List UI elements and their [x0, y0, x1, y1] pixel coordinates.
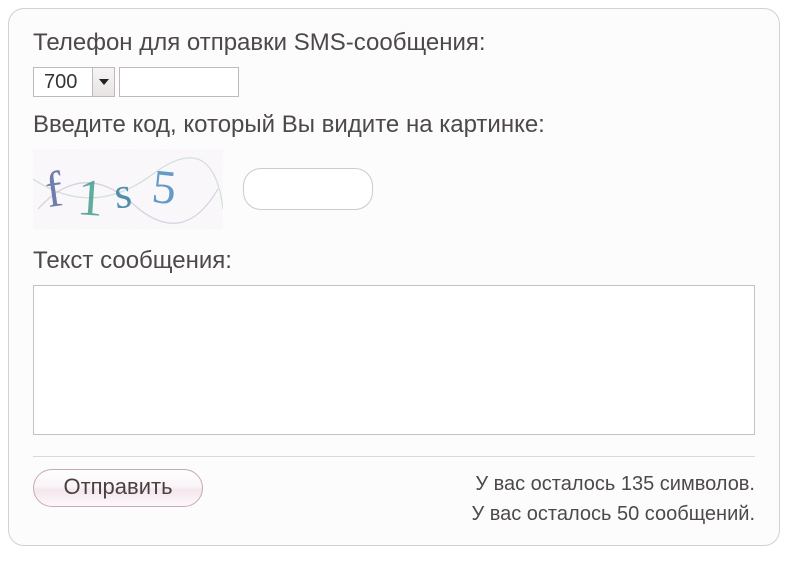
- counters: У вас осталось 135 символов. У вас остал…: [471, 469, 755, 529]
- messages-remaining: У вас осталось 50 сообщений.: [471, 499, 755, 529]
- phone-prefix-select[interactable]: 700: [33, 67, 115, 97]
- message-label: Текст сообщения:: [33, 247, 755, 275]
- divider: [33, 456, 755, 457]
- svg-text:1: 1: [75, 169, 105, 228]
- sms-form-panel: Телефон для отправки SMS-сообщения: 700 …: [8, 8, 780, 546]
- captcha-image: f 1 s 5: [33, 149, 223, 229]
- chars-remaining: У вас осталось 135 символов.: [471, 469, 755, 499]
- phone-prefix-value: 700: [34, 71, 92, 94]
- captcha-input[interactable]: [243, 168, 373, 210]
- phone-label: Телефон для отправки SMS-сообщения:: [33, 29, 755, 57]
- footer-row: Отправить У вас осталось 135 символов. У…: [33, 469, 755, 529]
- submit-button[interactable]: Отправить: [33, 469, 203, 507]
- phone-row: 700: [33, 67, 755, 97]
- message-textarea[interactable]: [33, 285, 755, 435]
- phone-number-input[interactable]: [119, 67, 239, 97]
- captcha-row: f 1 s 5: [33, 149, 755, 229]
- chevron-down-icon: [92, 68, 114, 96]
- captcha-label: Введите код, который Вы видите на картин…: [33, 111, 755, 139]
